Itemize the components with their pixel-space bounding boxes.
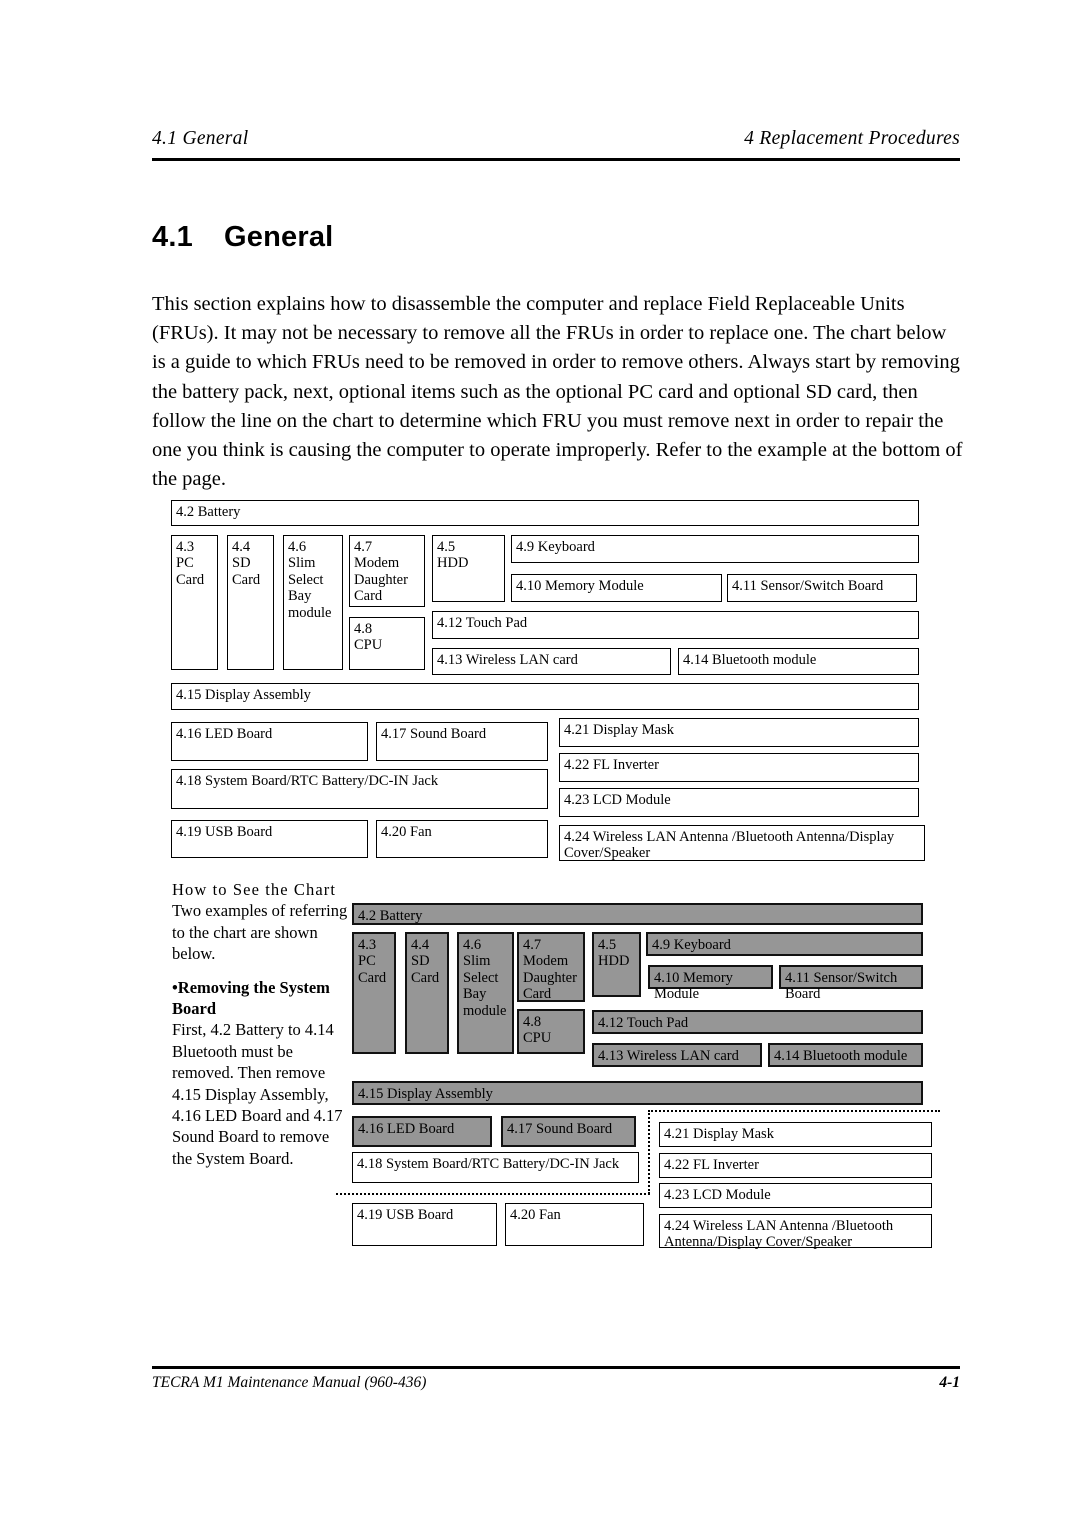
chart2-box-4-16: 4.16 LED Board — [352, 1116, 492, 1147]
running-head-left: 4.1 General — [152, 128, 249, 149]
chart1-box-4-9: 4.9 Keyboard — [511, 535, 919, 563]
section-number: 4.1 — [152, 221, 193, 253]
chart2-box-4-2: 4.2 Battery — [352, 903, 923, 925]
chart1-box-4-15: 4.15 Display Assembly — [171, 683, 919, 710]
chart2-box-4-11: 4.11 Sensor/Switch Board — [779, 965, 923, 1002]
chart2-box-4-9: 4.9 Keyboard — [646, 932, 923, 956]
chart1-box-4-23: 4.23 LCD Module — [559, 788, 919, 817]
chart2-box-4-13: 4.13 Wireless LAN card — [592, 1043, 762, 1067]
page-footer: TECRA M1 Maintenance Manual (960-436) 4-… — [152, 1374, 960, 1400]
highlight-dotted-top — [648, 1110, 940, 1112]
chart1-box-4-24: 4.24 Wireless LAN Antenna /Bluetooth Ant… — [559, 825, 925, 861]
running-head-right: 4 Replacement Procedures — [744, 128, 960, 149]
chart2-box-4-7: 4.7 Modem Daughter Card — [517, 932, 585, 1002]
chart2-box-4-20: 4.20 Fan — [505, 1203, 644, 1246]
chart2-box-4-10: 4.10 Memory Module — [648, 965, 773, 1002]
chart2-box-4-4: 4.4 SD Card — [405, 932, 449, 1054]
footer-page-number: 4-1 — [939, 1374, 960, 1391]
chart2-box-4-15: 4.15 Display Assembly — [352, 1081, 923, 1105]
header-rule — [152, 158, 960, 161]
chart1-box-4-11: 4.11 Sensor/Switch Board — [727, 574, 917, 602]
highlight-dotted-right — [648, 1110, 650, 1194]
chart1-box-4-17: 4.17 Sound Board — [376, 722, 548, 761]
chart2-box-4-12: 4.12 Touch Pad — [592, 1010, 923, 1034]
chart1-box-4-5: 4.5 HDD — [432, 535, 505, 602]
chart1-box-4-20: 4.20 Fan — [376, 820, 548, 858]
chart2-box-4-21: 4.21 Display Mask — [659, 1122, 932, 1147]
chart2-box-4-23: 4.23 LCD Module — [659, 1183, 932, 1208]
chart1-box-4-3: 4.3 PC Card — [171, 535, 218, 670]
chart1-box-4-6: 4.6 Slim Select Bay module — [283, 535, 343, 670]
chart2-box-4-5: 4.5 HDD — [592, 932, 641, 997]
highlight-dotted-bottom — [336, 1193, 650, 1195]
manual-page: 4.1 General 4 Replacement Procedures 4.1… — [0, 0, 1080, 1525]
chart1-box-4-12: 4.12 Touch Pad — [432, 611, 919, 639]
section-title: General — [224, 221, 334, 253]
chart2-box-4-3: 4.3 PC Card — [352, 932, 396, 1054]
chart1-box-4-19: 4.19 USB Board — [171, 820, 368, 858]
chart1-box-4-10: 4.10 Memory Module — [511, 574, 722, 602]
chart1-box-4-16: 4.16 LED Board — [171, 722, 368, 761]
chart1-box-4-4: 4.4 SD Card — [227, 535, 274, 670]
chart1-box-4-2: 4.2 Battery — [171, 500, 919, 526]
chart1-box-4-7: 4.7 Modem Daughter Card — [349, 535, 425, 607]
chart1-box-4-18: 4.18 System Board/RTC Battery/DC-IN Jack — [171, 769, 548, 809]
chart1-box-4-22: 4.22 FL Inverter — [559, 753, 919, 782]
chart1-box-4-8: 4.8 CPU — [349, 617, 425, 670]
chart2-box-4-22: 4.22 FL Inverter — [659, 1153, 932, 1178]
chart2-box-4-8: 4.8 CPU — [517, 1009, 585, 1054]
howto-body: First, 4.2 Battery to 4.14 Bluetooth mus… — [172, 1020, 343, 1168]
page-title: 4.1 General — [152, 221, 333, 254]
chart2-box-4-6: 4.6 Slim Select Bay module — [457, 932, 514, 1054]
chart2-box-4-17: 4.17 Sound Board — [501, 1116, 636, 1147]
footer-manual-title: TECRA M1 Maintenance Manual (960-436) — [152, 1374, 427, 1391]
howto-intro: Two examples of referring to the chart a… — [172, 901, 348, 964]
chart1-box-4-14: 4.14 Bluetooth module — [678, 648, 919, 675]
how-to-see-the-chart: How to See the Chart Two examples of ref… — [172, 879, 348, 1169]
intro-paragraph: This section explains how to disassemble… — [152, 293, 963, 491]
running-head: 4.1 General 4 Replacement Procedures — [152, 128, 960, 158]
chart2-box-4-19: 4.19 USB Board — [352, 1203, 497, 1246]
chart2-box-4-18: 4.18 System Board/RTC Battery/DC-IN Jack — [352, 1152, 639, 1183]
howto-title: How to See the Chart — [172, 880, 337, 899]
chart2-box-4-24: 4.24 Wireless LAN Antenna /Bluetooth Ant… — [659, 1214, 932, 1250]
chart2-box-4-14: 4.14 Bluetooth module — [768, 1043, 923, 1067]
howto-bullet: •Removing the System Board — [172, 977, 330, 1019]
chart1-box-4-21: 4.21 Display Mask — [559, 718, 919, 747]
chart1-box-4-13: 4.13 Wireless LAN card — [432, 648, 671, 675]
footer-rule — [152, 1366, 960, 1369]
